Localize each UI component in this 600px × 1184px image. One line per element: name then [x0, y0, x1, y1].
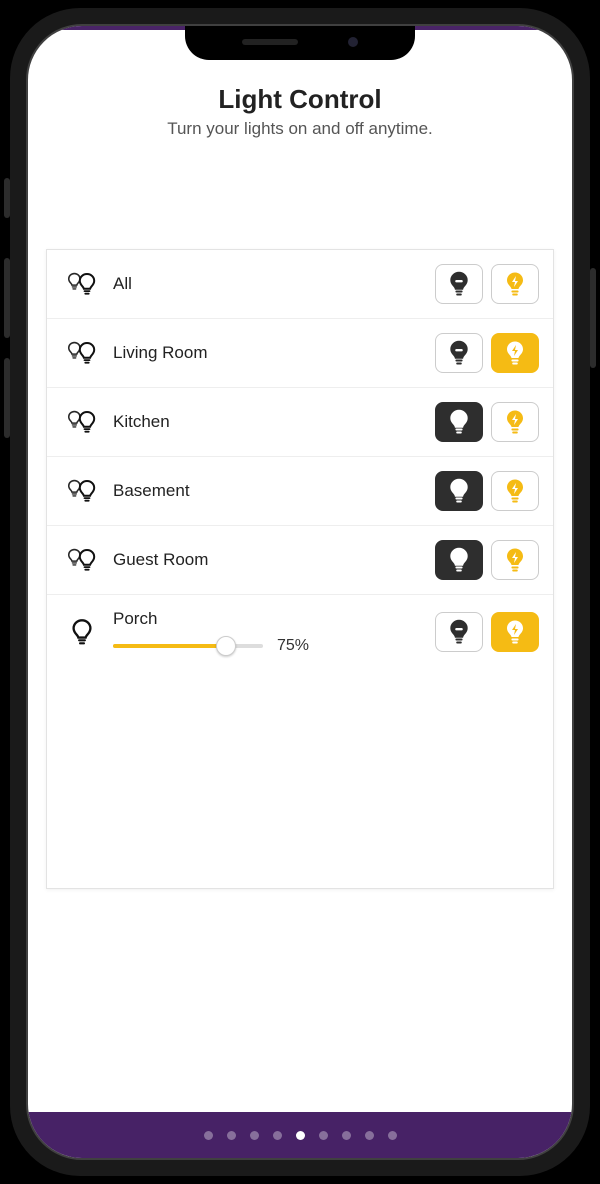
bulb-on-icon — [503, 619, 527, 645]
notch — [185, 24, 415, 60]
light-off-button[interactable] — [435, 333, 483, 373]
light-on-button[interactable] — [491, 540, 539, 580]
light-label: Living Room — [103, 343, 435, 363]
light-off-button[interactable] — [435, 471, 483, 511]
light-row: All — [47, 250, 553, 319]
bulbs-icon — [61, 270, 103, 298]
bulb-off-icon — [447, 340, 471, 366]
light-label: Kitchen — [103, 412, 435, 432]
light-on-button[interactable] — [491, 612, 539, 652]
brightness-slider[interactable] — [113, 644, 263, 648]
light-toggle-group — [435, 612, 539, 652]
bulb-off-icon — [447, 547, 471, 573]
phone-frame: Light Control Turn your lights on and of… — [10, 8, 590, 1176]
light-toggle-group — [435, 540, 539, 580]
page-subtitle: Turn your lights on and off anytime. — [46, 119, 554, 139]
light-off-button[interactable] — [435, 540, 483, 580]
bulb-icon — [61, 618, 103, 646]
bulb-off-icon — [447, 409, 471, 435]
pager-dot[interactable] — [204, 1131, 213, 1140]
light-toggle-group — [435, 264, 539, 304]
light-off-button[interactable] — [435, 264, 483, 304]
bulb-on-icon — [503, 271, 527, 297]
light-row: Kitchen — [47, 388, 553, 457]
bulbs-icon — [61, 408, 103, 436]
light-off-button[interactable] — [435, 402, 483, 442]
brightness-value: 75% — [277, 637, 309, 655]
light-on-button[interactable] — [491, 333, 539, 373]
pager-dot[interactable] — [365, 1131, 374, 1140]
pager-dot[interactable] — [388, 1131, 397, 1140]
light-row: Guest Room — [47, 526, 553, 595]
bulb-off-icon — [447, 619, 471, 645]
bulb-on-icon — [503, 478, 527, 504]
side-button — [4, 258, 10, 338]
light-on-button[interactable] — [491, 471, 539, 511]
side-button — [4, 178, 10, 218]
pager-dot[interactable] — [250, 1131, 259, 1140]
pager-dot[interactable] — [227, 1131, 236, 1140]
screen: Light Control Turn your lights on and of… — [26, 24, 574, 1160]
bulbs-icon — [61, 477, 103, 505]
page-indicator[interactable] — [28, 1112, 572, 1158]
bulb-on-icon — [503, 340, 527, 366]
pager-dot[interactable] — [319, 1131, 328, 1140]
light-on-button[interactable] — [491, 264, 539, 304]
light-row-body: Porch 75% — [103, 609, 435, 655]
bulb-on-icon — [503, 547, 527, 573]
light-label: Guest Room — [103, 550, 435, 570]
lights-card: All Living Room — [46, 249, 554, 889]
bulb-on-icon — [503, 409, 527, 435]
pager-dot[interactable] — [273, 1131, 282, 1140]
pager-dot[interactable] — [296, 1131, 305, 1140]
light-row: Living Room — [47, 319, 553, 388]
light-on-button[interactable] — [491, 402, 539, 442]
light-label: All — [103, 274, 435, 294]
light-row: Porch 75% — [47, 595, 553, 669]
light-label: Basement — [103, 481, 435, 501]
light-toggle-group — [435, 402, 539, 442]
light-toggle-group — [435, 471, 539, 511]
page-title: Light Control — [46, 84, 554, 115]
side-button — [4, 358, 10, 438]
light-toggle-group — [435, 333, 539, 373]
light-label: Porch — [113, 609, 435, 629]
bulb-off-icon — [447, 478, 471, 504]
light-row: Basement — [47, 457, 553, 526]
bulb-off-icon — [447, 271, 471, 297]
slider-thumb[interactable] — [216, 636, 236, 656]
pager-dot[interactable] — [342, 1131, 351, 1140]
bulbs-icon — [61, 339, 103, 367]
side-button — [590, 268, 596, 368]
light-off-button[interactable] — [435, 612, 483, 652]
bulbs-icon — [61, 546, 103, 574]
